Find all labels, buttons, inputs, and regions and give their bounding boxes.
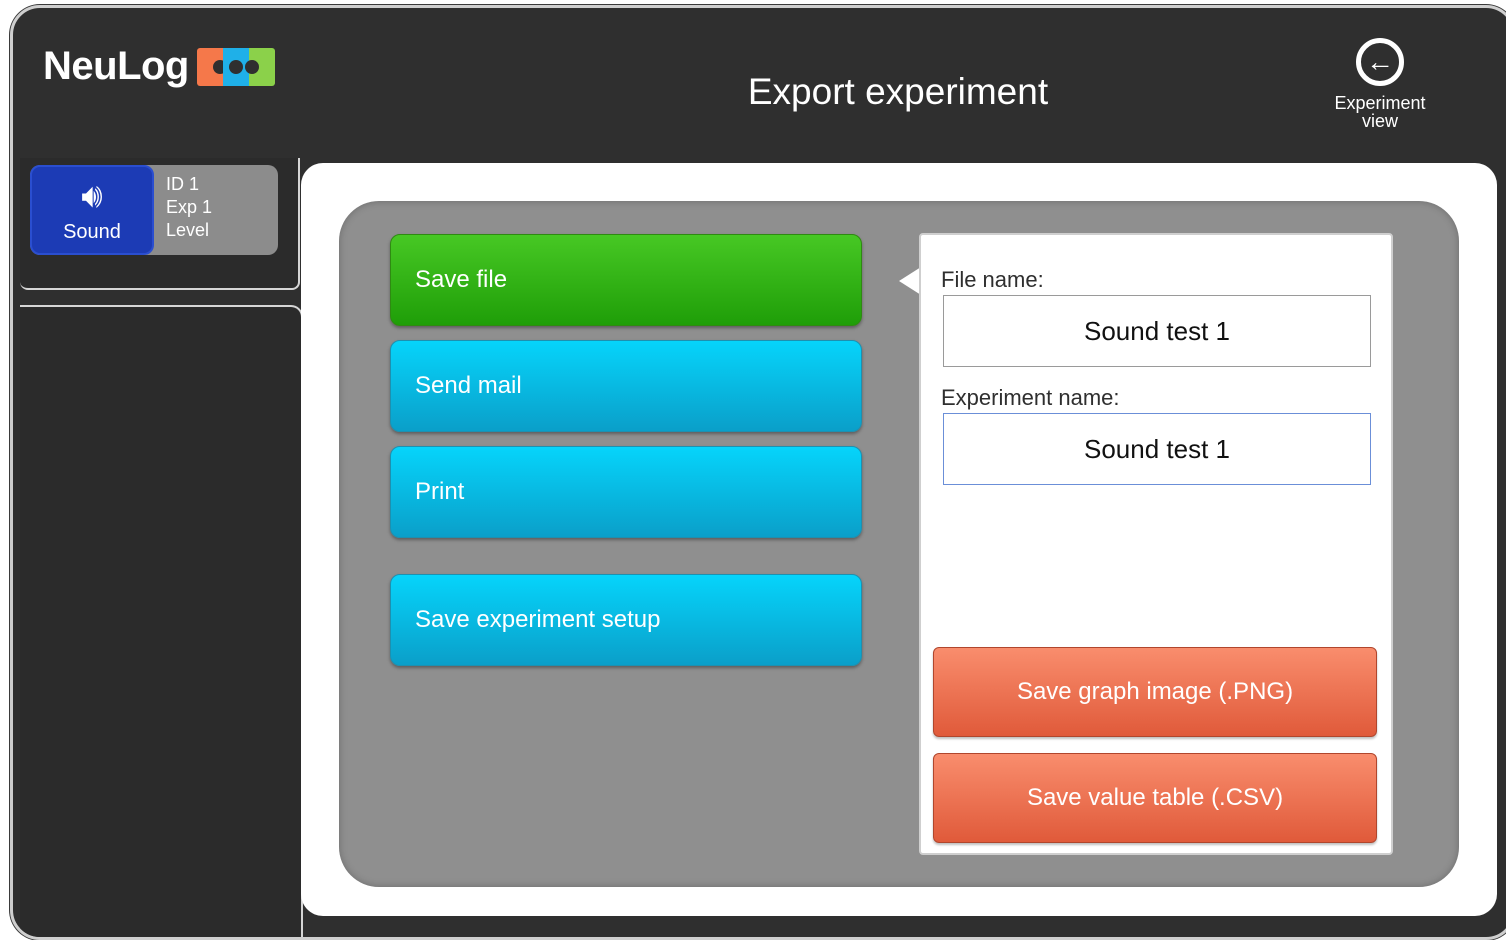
save-png-button[interactable]: Save graph image (.PNG) (933, 647, 1377, 737)
save-file-label: Save file (415, 266, 508, 293)
send-mail-button[interactable]: Send mail (390, 340, 862, 432)
arrow-left-circle-icon[interactable]: ← (1356, 38, 1404, 86)
sensor-exp: Exp 1 (166, 197, 213, 217)
speaker-icon: 🔊︎ (81, 176, 103, 215)
save-experiment-setup-button[interactable]: Save experiment setup (390, 574, 862, 666)
sensor-card[interactable]: 🔊︎ Sound ID 1 Exp 1 Level (30, 165, 278, 255)
save-csv-label: Save value table (.CSV) (1026, 784, 1284, 811)
experiment-view-label: Experiment view (1334, 93, 1426, 131)
main-panel: Save file Send mail Print Save experimen… (301, 163, 1497, 916)
print-button[interactable]: Print (390, 446, 862, 538)
app-window: NeuLog Export experiment ← Experiment vi… (10, 5, 1506, 940)
side-panel (20, 305, 303, 937)
save-file-form: File name: Experiment name: Save graph i… (919, 233, 1393, 855)
sensor-name: Sound (63, 220, 121, 243)
experiment-name-label: Experiment name: (941, 385, 1120, 410)
sensor-button[interactable]: 🔊︎ Sound (30, 165, 154, 255)
save-file-button[interactable]: Save file (390, 234, 862, 326)
send-mail-label: Send mail (415, 372, 522, 399)
experiment-view-button[interactable]: ← Experiment view (1315, 38, 1445, 130)
file-name-label: File name: (941, 267, 1044, 292)
form-pointer (899, 267, 921, 295)
page-title: Export experiment (747, 71, 1049, 112)
sensor-info: ID 1 Exp 1 Level (154, 165, 212, 255)
sensor-id: ID 1 (166, 174, 200, 194)
experiment-name-field[interactable] (943, 413, 1371, 485)
sensor-mode: Level (166, 220, 210, 240)
save-experiment-setup-label: Save experiment setup (415, 606, 661, 633)
save-csv-button[interactable]: Save value table (.CSV) (933, 753, 1377, 843)
file-name-field[interactable] (943, 295, 1371, 367)
save-png-label: Save graph image (.PNG) (1016, 678, 1294, 705)
export-panel: Save file Send mail Print Save experimen… (339, 201, 1459, 887)
print-label: Print (415, 478, 465, 505)
